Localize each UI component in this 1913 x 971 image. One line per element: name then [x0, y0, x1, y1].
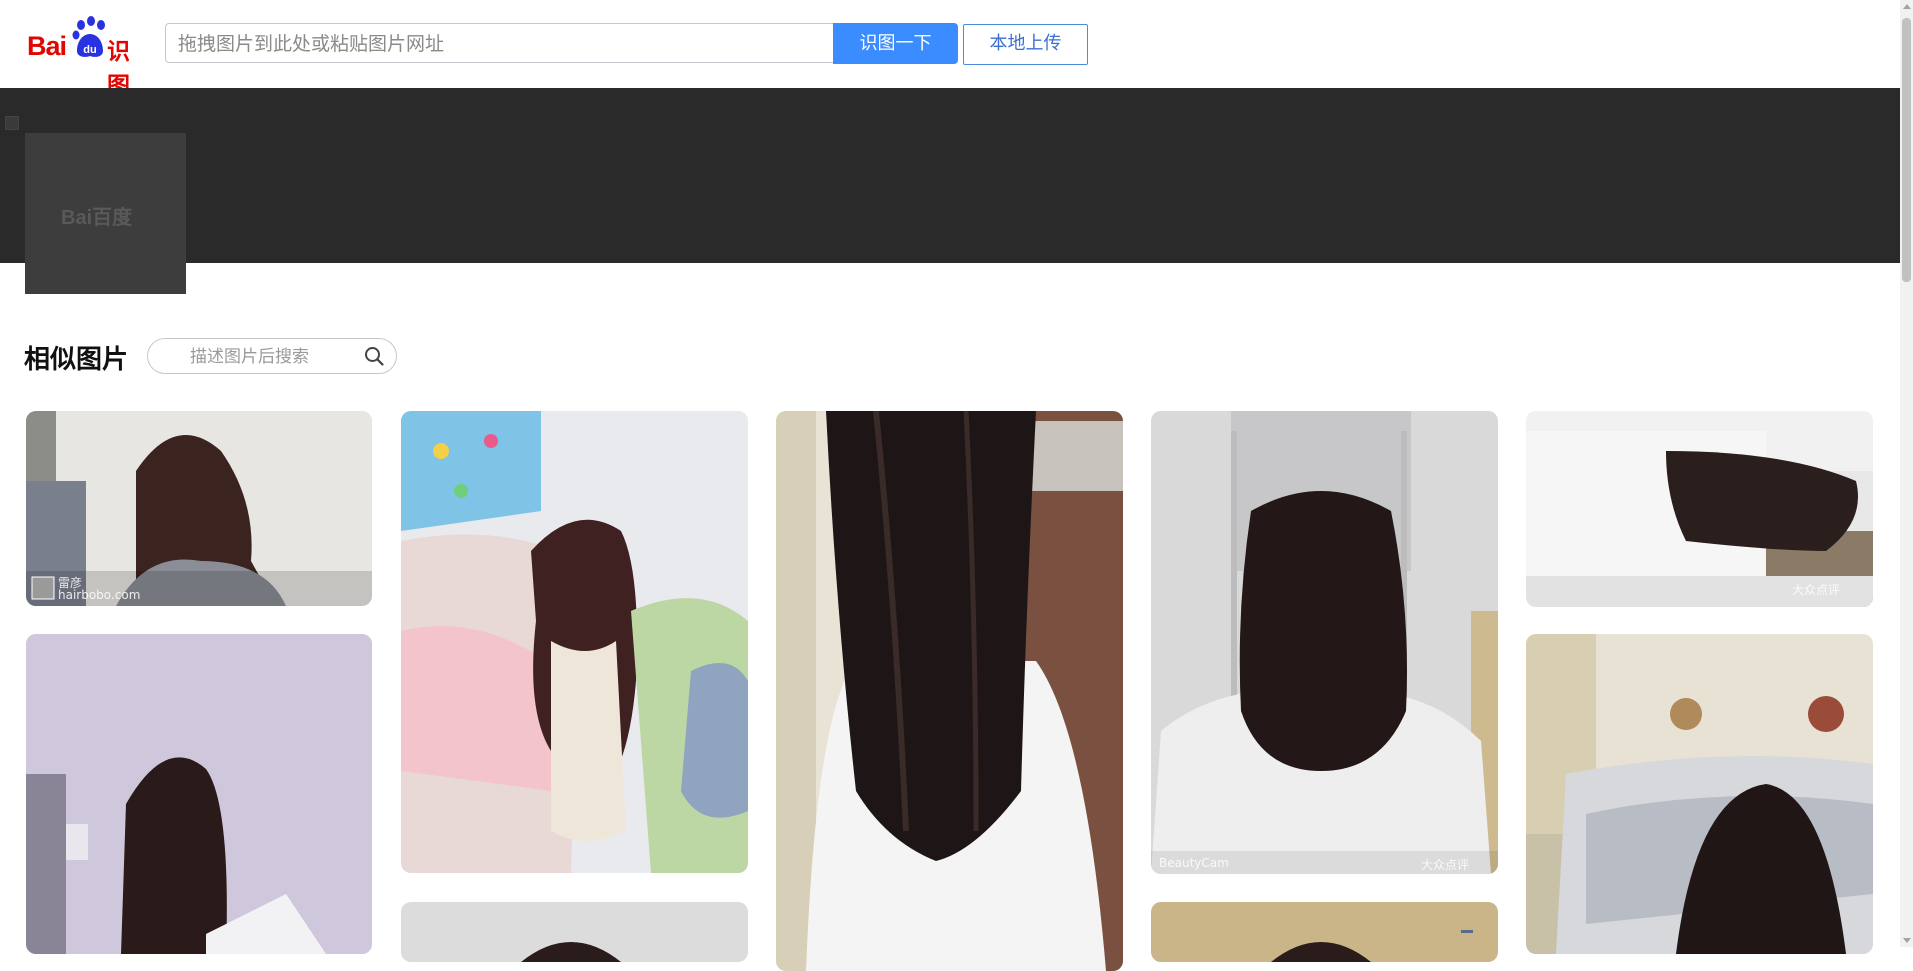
hair-photo-image	[26, 634, 372, 954]
hair-photo-image	[401, 902, 748, 962]
watermark-dianping: 大众点评	[1792, 583, 1841, 597]
page-scrollbar[interactable]	[1900, 0, 1913, 947]
query-image-band	[0, 88, 1900, 263]
collapse-toggle-icon[interactable]	[5, 116, 19, 130]
svg-text:du: du	[83, 44, 96, 56]
local-upload-button[interactable]: 本地上传	[963, 24, 1088, 65]
query-image-thumbnail[interactable]: Bai百度	[25, 133, 186, 294]
result-image[interactable]: 大众点评	[1526, 411, 1873, 607]
paw-icon: du	[72, 16, 105, 57]
result-image[interactable]	[401, 902, 748, 962]
watermark-dianping: 大众点评	[1421, 858, 1470, 872]
watermark-beautycam: BeautyCam	[1159, 856, 1229, 870]
result-image[interactable]	[1526, 634, 1873, 954]
result-image[interactable]	[401, 411, 748, 873]
result-image[interactable]	[776, 411, 1123, 971]
search-icon[interactable]	[364, 346, 384, 366]
hair-photo-image	[776, 411, 1123, 971]
image-url-search-box	[165, 23, 833, 64]
similar-images-title: 相似图片	[24, 345, 129, 375]
watermark-site: hairbobo.com	[58, 588, 141, 602]
hair-photo-image	[1151, 902, 1498, 962]
baidu-shitu-logo[interactable]: Bai du 识图	[27, 15, 152, 99]
hair-photo-image	[1526, 634, 1873, 954]
result-image[interactable]	[26, 634, 372, 954]
result-image[interactable]	[1151, 902, 1498, 962]
query-watermark: Bai百度	[61, 207, 133, 229]
hair-photo-image	[1526, 411, 1873, 607]
describe-search-box	[147, 338, 397, 374]
header-bar: Bai du 识图 识图一下 本地上传	[0, 0, 1913, 99]
image-url-input[interactable]	[176, 24, 820, 64]
describe-search-input[interactable]	[188, 343, 352, 371]
result-image[interactable]: 雷彦 hairbobo.com	[26, 411, 372, 606]
recognize-button[interactable]: 识图一下	[833, 23, 958, 64]
hair-photo-image	[1151, 411, 1498, 874]
scrollbar-thumb[interactable]	[1902, 18, 1911, 282]
result-image[interactable]: BeautyCam 大众点评	[1151, 411, 1498, 874]
scroll-up-arrow-icon[interactable]	[1903, 4, 1911, 9]
scroll-down-arrow-icon[interactable]	[1903, 938, 1911, 943]
hair-photo-image	[401, 411, 748, 873]
logo-text: Bai	[27, 31, 67, 61]
